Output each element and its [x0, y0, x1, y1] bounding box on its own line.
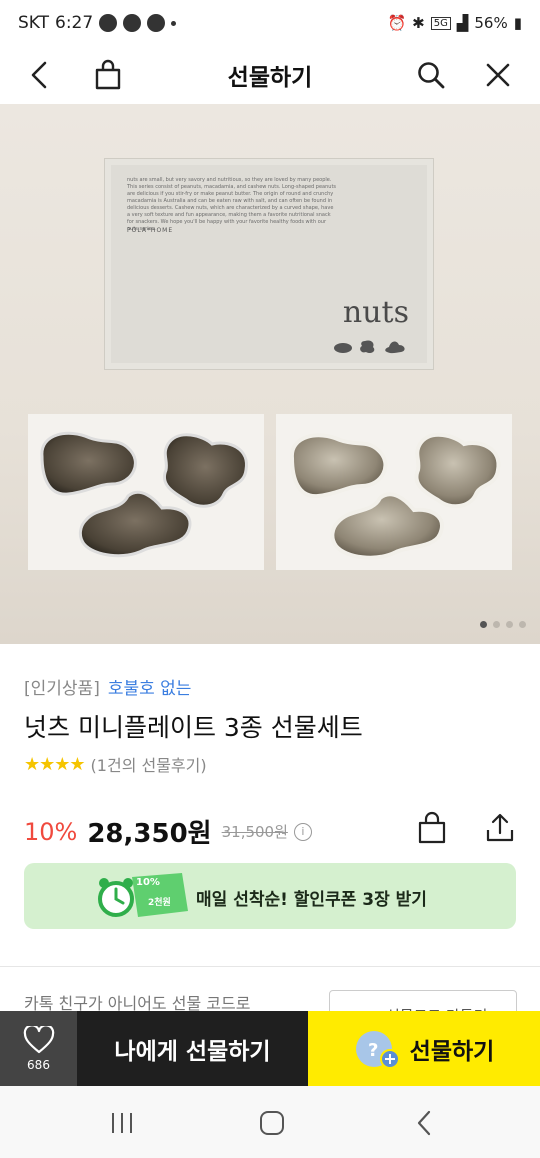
coupon-banner[interactable]: 10% 2천원 매일 선착순! 할인쿠폰 3장 받기 — [24, 863, 516, 929]
gift-box-image: nuts are small, but very savory and nutr… — [104, 158, 434, 370]
battery-icon: ▮ — [513, 14, 522, 32]
system-back-button[interactable] — [404, 1108, 444, 1138]
bluetooth-icon: ✱ — [412, 14, 425, 32]
price-info-icon[interactable]: i — [293, 822, 312, 841]
header: 선물하기 — [0, 46, 540, 104]
carousel-dot-active — [480, 621, 487, 628]
plates-photo-light — [276, 414, 512, 570]
carrier-label: SKT — [18, 13, 50, 33]
original-price: 31,500원 — [221, 823, 288, 841]
plates-photo-dark — [28, 414, 264, 570]
rating-summary[interactable]: ★★★★ (1건의 선물후기) — [24, 752, 207, 776]
notification-icon — [99, 14, 118, 32]
page-title: 선물하기 — [227, 65, 313, 91]
send-gift-button[interactable]: ? 선물하기 — [308, 1011, 540, 1086]
recent-apps-button[interactable] — [102, 1108, 142, 1138]
more-notifications-icon — [171, 20, 177, 26]
box-copy: nuts are small, but very savory and nutr… — [127, 177, 337, 232]
heart-icon — [23, 1025, 54, 1053]
nut-shapes-logo — [334, 340, 405, 354]
promo-badge: 호불호 없는 — [107, 679, 192, 699]
system-nav-bar — [0, 1086, 540, 1158]
star-rating-icon: ★★★★ — [24, 753, 86, 775]
product-name: 넛츠 미니플레이트 3종 선물세트 — [24, 713, 363, 742]
webtoon-notification-icon — [123, 14, 142, 32]
back-chevron-icon — [417, 1110, 431, 1136]
search-icon — [418, 62, 445, 89]
coupon-art-percent: 10% — [136, 877, 160, 888]
share-button[interactable] — [478, 806, 522, 850]
coupon-art-amount: 2천원 — [148, 898, 171, 908]
carousel-dot — [519, 621, 526, 628]
close-icon — [486, 63, 510, 87]
wish-button[interactable]: 686 — [0, 1011, 77, 1086]
coupon-label: 매일 선착순! 할인쿠폰 3장 받기 — [196, 890, 427, 910]
product-tagline: [인기상품] 호불호 없는 — [24, 674, 191, 699]
gift-to-self-label: 나에게 선물하기 — [114, 1038, 271, 1065]
shopping-bag-icon — [418, 811, 446, 844]
search-button[interactable] — [411, 55, 451, 95]
carousel-indicator — [480, 621, 526, 628]
send-gift-label: 선물하기 — [409, 1038, 495, 1065]
review-count-link[interactable]: (1건의 선물후기) — [91, 752, 207, 776]
signal-icon: ▟ — [456, 14, 469, 32]
section-divider — [0, 966, 540, 967]
svg-text:?: ? — [368, 1040, 378, 1061]
sale-price: 28,350원 — [87, 819, 212, 849]
box-brand: POLA*HOME — [127, 227, 174, 234]
box-wordmark: nuts — [342, 295, 409, 330]
discount-rate: 10% — [24, 817, 78, 846]
status-bar: SKT 6:27 ⏰ ✱ 5G ▟ 56% ▮ — [0, 0, 540, 46]
share-icon — [486, 813, 514, 842]
carousel-dot — [506, 621, 513, 628]
recent-apps-icon — [112, 1113, 132, 1133]
battery-level: 56% — [474, 14, 508, 32]
category-label: [인기상품] — [24, 679, 100, 699]
wish-count: 686 — [27, 1057, 50, 1072]
bottom-action-bar: 686 나에게 선물하기 ? 선물하기 — [0, 1011, 540, 1086]
gift-box-add-button[interactable] — [410, 806, 454, 850]
price-row: 10% 28,350원 31,500원 i — [24, 813, 312, 850]
gift-to-self-button[interactable]: 나에게 선물하기 — [77, 1011, 308, 1086]
talk-notification-icon — [147, 14, 166, 32]
alarm-icon: ⏰ — [387, 14, 407, 32]
home-icon — [260, 1111, 284, 1135]
clock: 6:27 — [55, 13, 94, 33]
carousel-dot — [493, 621, 500, 628]
add-friend-gift-icon: ? — [355, 1030, 400, 1069]
network-type: 5G — [430, 16, 451, 30]
close-button[interactable] — [478, 55, 518, 95]
product-image-carousel[interactable]: nuts are small, but very savory and nutr… — [0, 104, 540, 644]
home-button[interactable] — [252, 1108, 292, 1138]
